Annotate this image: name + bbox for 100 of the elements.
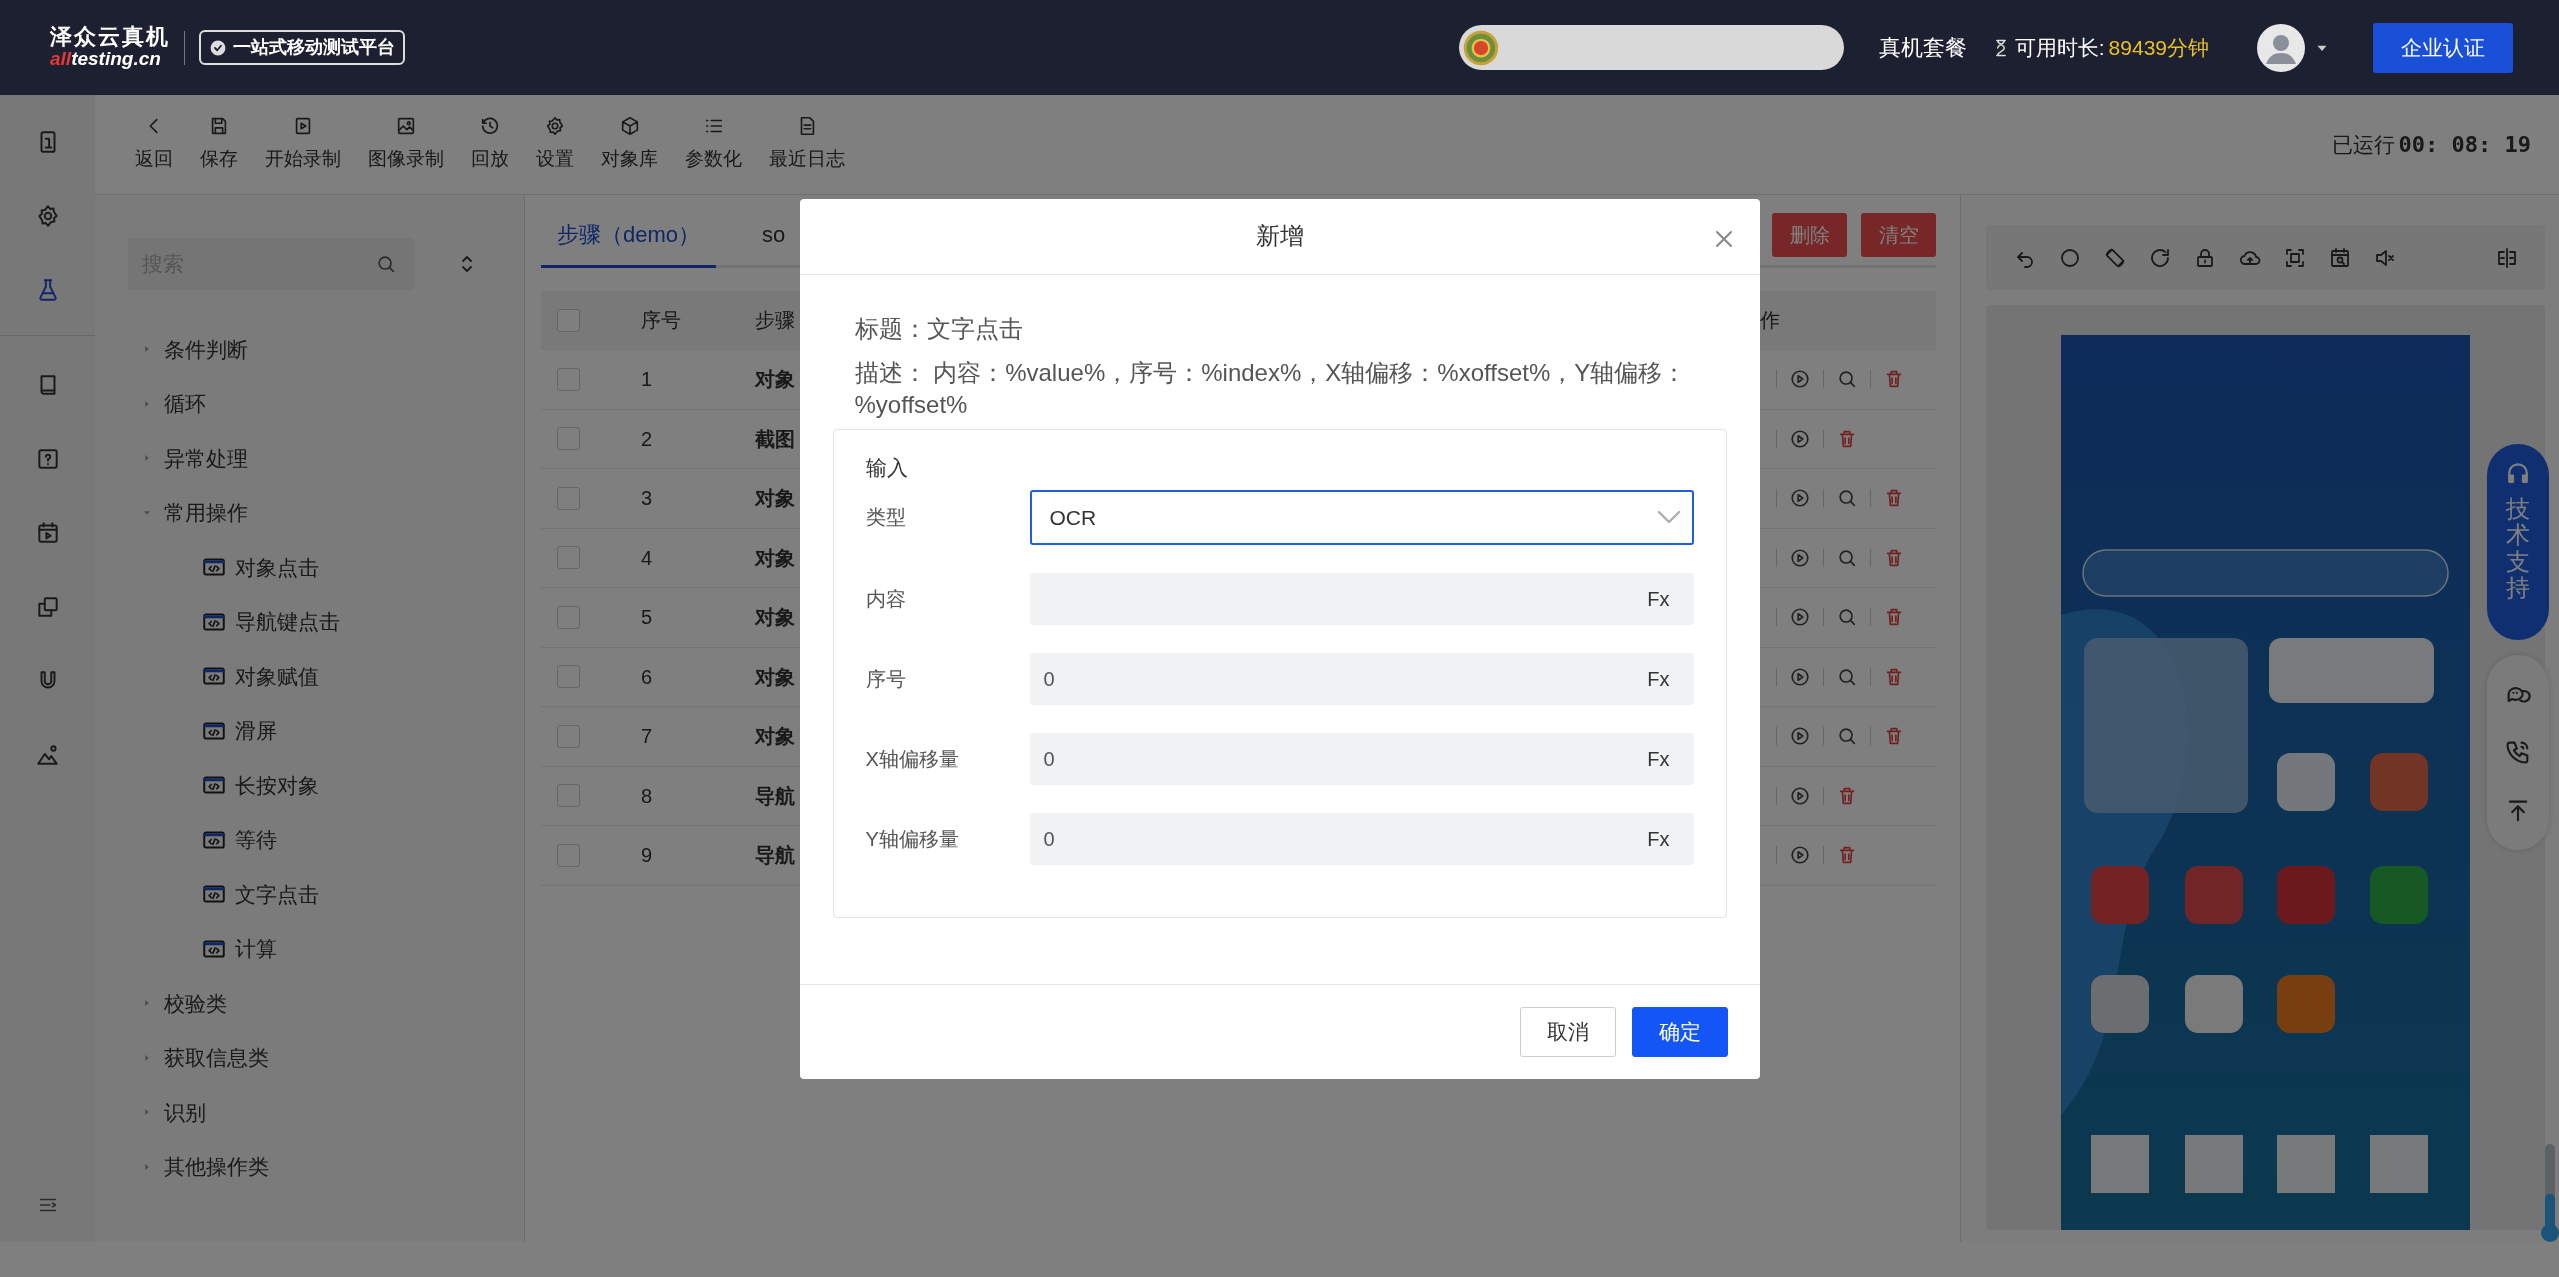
tab[interactable]: 步骤（demo）	[541, 218, 717, 268]
tree-item[interactable]: 滑屏	[128, 703, 524, 758]
tree-item[interactable]: 文字点击	[128, 867, 524, 922]
step-name: 对象	[755, 486, 795, 512]
row-number: 5	[641, 605, 653, 631]
tagline-badge: 一站式移动测试平台	[199, 30, 405, 65]
logo-domain: alltesting.cn	[50, 49, 162, 71]
step-name: 导航	[755, 783, 795, 809]
type-select[interactable]: OCR	[1029, 489, 1694, 545]
play-circle-icon[interactable]	[1789, 665, 1811, 688]
time-label: 可用时长:	[2014, 34, 2105, 61]
step-name: 对象	[755, 545, 795, 571]
mountain-icon[interactable]	[34, 742, 61, 768]
field-label: 序号	[865, 666, 907, 692]
play-circle-icon[interactable]	[1789, 784, 1811, 807]
play-circle-icon[interactable]	[1789, 606, 1811, 629]
dialog-title: 新增	[1255, 221, 1304, 251]
input-field[interactable]: 0	[1041, 822, 1648, 855]
play-circle-icon[interactable]	[1789, 844, 1811, 867]
play-circle-icon[interactable]	[1789, 546, 1811, 569]
tab[interactable]: so	[746, 218, 802, 268]
checkbox[interactable]	[557, 427, 580, 451]
step-description: 描述： 内容：%value%，序号：%index%，X轴偏移：%xoffset%，Y轴偏移：%yoffset%	[853, 357, 1688, 420]
fx-button[interactable]: Fx	[1647, 583, 1670, 614]
tree-item[interactable]: 循环	[128, 376, 524, 431]
checkbox[interactable]	[557, 665, 580, 689]
tree-item[interactable]: 计算	[128, 921, 524, 976]
cert-button[interactable]: 企业认证	[2373, 22, 2513, 73]
calendar-search-icon[interactable]	[2328, 245, 2352, 270]
checkbox[interactable]	[557, 367, 580, 391]
avatar[interactable]	[2257, 23, 2305, 72]
row-number: 4	[641, 545, 653, 571]
play-circle-icon[interactable]	[1789, 487, 1811, 510]
tree-item[interactable]: 其他操作类	[128, 1139, 524, 1194]
toolbar-button[interactable]: 回放	[471, 115, 509, 174]
checkbox[interactable]	[557, 843, 580, 867]
toolbar-button[interactable]: 开始录制	[265, 115, 341, 174]
row-number: 3	[641, 486, 653, 512]
play-circle-icon[interactable]	[1789, 368, 1811, 391]
fx-button[interactable]: Fx	[1647, 823, 1670, 854]
tree-item[interactable]: 常用操作	[128, 485, 524, 540]
checkbox[interactable]	[557, 605, 580, 629]
play-circle-icon[interactable]	[1789, 427, 1811, 450]
step-name: 对象	[755, 367, 795, 393]
field-label: X轴偏移量	[865, 746, 960, 772]
input-field[interactable]: 0 Fx	[1029, 812, 1694, 865]
toolbar-button[interactable]: 参数化	[685, 115, 742, 174]
tree-item[interactable]: 识别	[128, 1085, 524, 1140]
fx-button[interactable]: Fx	[1647, 743, 1670, 774]
zoom-slider[interactable]	[2541, 1144, 2559, 1242]
tree-item[interactable]: 异常处理	[128, 431, 524, 486]
checkbox[interactable]	[557, 486, 580, 510]
play-circle-icon[interactable]	[1789, 725, 1811, 748]
input-field[interactable]: 0 Fx	[1029, 652, 1694, 705]
input-field[interactable]: 0 Fx	[1029, 732, 1694, 785]
tree-item[interactable]: 条件判断	[128, 322, 524, 377]
search-field[interactable]	[1458, 25, 1844, 70]
tree-item[interactable]: 导航键点击	[128, 594, 524, 649]
run-time-label: 已运行	[2331, 131, 2395, 158]
step-title: 标题：文字点击	[853, 313, 1024, 344]
input-field[interactable]: 0	[1041, 662, 1648, 695]
section-title: 输入	[865, 455, 909, 482]
row-number: 2	[641, 426, 653, 452]
emblem-icon	[1462, 29, 1499, 66]
tree-item[interactable]: 校验类	[128, 976, 524, 1031]
step-name: 对象	[755, 605, 795, 631]
confirm-button[interactable]: 确定	[1631, 1006, 1728, 1057]
row-number: 7	[641, 724, 653, 750]
input-field[interactable]: 0	[1041, 742, 1648, 775]
tree-item[interactable]: 等待	[128, 812, 524, 867]
tree-item[interactable]: 对象点击	[128, 540, 524, 595]
toolbar-button[interactable]: 设置	[536, 115, 574, 174]
chevron-down-icon	[1657, 511, 1680, 524]
tree-item[interactable]: 获取信息类	[128, 1030, 524, 1085]
cancel-button[interactable]: 取消	[1519, 1006, 1616, 1057]
checkbox[interactable]	[557, 724, 580, 748]
danger-button[interactable]: 清空	[1861, 213, 1936, 257]
plan-link[interactable]: 真机套餐	[1878, 31, 1967, 64]
toolbar-button[interactable]: 返回	[135, 115, 173, 174]
field-label: 内容	[865, 586, 907, 612]
field-label: 类型	[865, 505, 907, 531]
tree-item[interactable]: 长按对象	[128, 758, 524, 813]
logo-title: 泽众云真机	[50, 24, 170, 50]
split-icon[interactable]	[2495, 245, 2519, 270]
checkbox[interactable]	[557, 546, 580, 570]
checkbox[interactable]	[557, 784, 580, 808]
danger-button[interactable]: 删除	[1772, 213, 1847, 257]
search-icon	[375, 253, 397, 275]
toolbar-button[interactable]: 保存	[200, 115, 238, 174]
row-number: 8	[641, 783, 653, 809]
toolbar-button[interactable]: 最近日志	[769, 115, 845, 174]
tree-item[interactable]: 对象赋值	[128, 649, 524, 704]
toolbar-button[interactable]: 图像录制	[368, 115, 444, 174]
checkbox[interactable]	[557, 308, 580, 332]
step-name: 对象	[755, 664, 795, 690]
input-field[interactable]: Fx	[1029, 572, 1694, 625]
toolbar-button[interactable]: 对象库	[601, 115, 658, 174]
time-value: 89439分钟	[2108, 34, 2209, 61]
fx-button[interactable]: Fx	[1647, 663, 1670, 694]
row-number: 6	[641, 664, 653, 690]
